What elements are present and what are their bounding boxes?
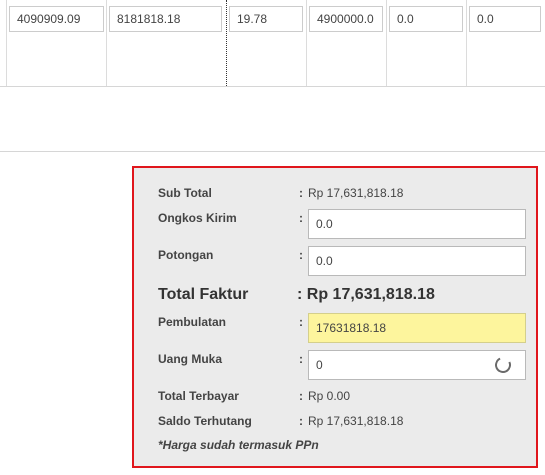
total-terbayar-label: Total Terbayar: [158, 389, 239, 403]
ongkos-kirim-label: Ongkos Kirim: [158, 211, 237, 225]
total-terbayar-value: Rp 0.00: [308, 389, 351, 403]
grid-column-divider: [466, 0, 467, 86]
total-faktur-label: Total Faktur: [158, 286, 249, 303]
uang-muka-value: 0: [316, 358, 323, 372]
grid-column-divider: [306, 0, 307, 86]
saldo-terhutang-value: Rp 17,631,818.18: [308, 414, 404, 428]
pembulatan-colon: :: [299, 315, 303, 329]
total-terbayar-colon: :: [299, 389, 303, 403]
grid-cell-input[interactable]: 4900000.0: [309, 6, 383, 32]
ppn-note: *Harga sudah termasuk PPn: [158, 438, 319, 452]
sub-total-value: Rp 17,631,818.18: [308, 186, 404, 200]
sub-total-label: Sub Total: [158, 186, 212, 200]
uang-muka-input[interactable]: 0: [308, 350, 526, 380]
saldo-terhutang-label: Saldo Terhutang: [158, 414, 252, 428]
grid-column-divider: [6, 0, 7, 86]
ongkos-kirim-input[interactable]: 0.0: [308, 209, 526, 239]
saldo-terhutang-colon: :: [299, 414, 303, 428]
grid-cell-input[interactable]: 19.78: [229, 6, 303, 32]
grid-cell-input[interactable]: 0.0: [469, 6, 541, 32]
grid-column-divider: [386, 0, 387, 86]
potongan-input[interactable]: 0.0: [308, 246, 526, 276]
uang-muka-label: Uang Muka: [158, 352, 223, 366]
grid-cell-input[interactable]: 4090909.09: [9, 6, 104, 32]
potongan-colon: :: [299, 248, 303, 262]
uang-muka-colon: :: [299, 352, 303, 366]
item-grid-row: 4090909.09 8181818.18 19.78 4900000.0 0.…: [0, 0, 545, 87]
pembulatan-label: Pembulatan: [158, 315, 227, 329]
sub-total-colon: :: [299, 186, 303, 200]
invoice-summary-panel: Sub Total : Rp 17,631,818.18 Ongkos Kiri…: [132, 166, 538, 468]
total-faktur-value: : Rp 17,631,818.18: [297, 286, 435, 303]
ongkos-kirim-colon: :: [299, 211, 303, 225]
grid-column-resize-divider[interactable]: [226, 0, 227, 86]
loading-spinner-icon: [492, 354, 514, 376]
section-divider: [0, 151, 545, 152]
potongan-label: Potongan: [158, 248, 214, 262]
grid-cell-input[interactable]: 8181818.18: [109, 6, 222, 32]
grid-cell-input[interactable]: 0.0: [389, 6, 463, 32]
grid-column-divider: [106, 0, 107, 86]
grid-bottom-border: [0, 86, 545, 87]
pembulatan-input[interactable]: 17631818.18: [308, 313, 526, 343]
